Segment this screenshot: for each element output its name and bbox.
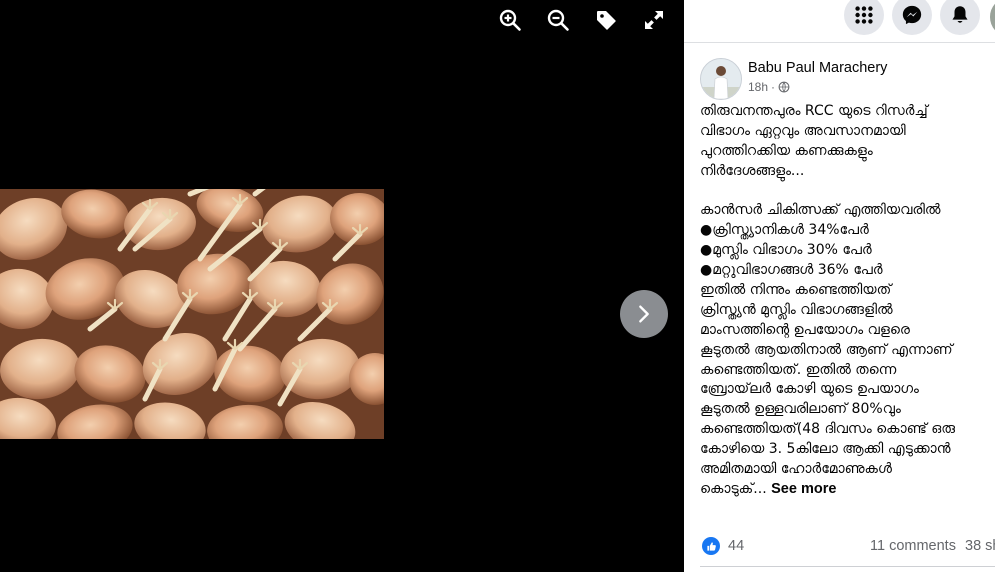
globe-icon[interactable] <box>778 81 790 93</box>
notifications-bell-icon[interactable] <box>940 0 980 35</box>
chevron-right-icon <box>639 305 649 323</box>
profile-avatar[interactable] <box>988 0 995 39</box>
see-more-link[interactable]: See more <box>771 481 836 497</box>
fullscreen-icon[interactable] <box>642 8 666 32</box>
post-text-line: ഇതിൽ നിന്നും കണ്ടെത്തിയത് <box>700 282 892 299</box>
post-text-line: വിഭാഗം ഏറ്റവും അവസാനമായി <box>700 122 906 139</box>
top-navigation <box>684 0 995 43</box>
zoom-out-icon[interactable] <box>546 8 570 32</box>
divider <box>700 566 995 567</box>
post-text-line: ബ്രോയ്‌ലർ കോഴി യുടെ ഉപയാഗം <box>700 381 919 398</box>
post-text-line: പുറത്തിറക്കിയ കണക്കുകളും <box>700 142 873 159</box>
post-text-last-line: കൊടുക്... See more <box>700 480 995 500</box>
post-photo[interactable] <box>0 189 384 439</box>
like-count[interactable]: 44 <box>728 538 744 554</box>
comment-count[interactable]: 11 comments <box>870 538 956 554</box>
photo-viewer <box>0 0 684 572</box>
post-text-line: തിരുവനന്തപുരം RCC യുടെ റിസർച്ച് <box>700 103 928 119</box>
messenger-icon[interactable] <box>892 0 932 35</box>
post-text-line: കണ്ടെത്തിയത്(48 ദിവസം കൊണ്ട് ഒരു <box>700 421 956 438</box>
post-text-line: ക്രിസ്ത്യൻ മുസ്ലിം വിഭാഗങ്ങളിൽ <box>700 301 893 318</box>
post-text-line: നിർദേശങ്ങളും... <box>700 162 805 179</box>
meta-separator: · <box>771 80 776 94</box>
post-text-line: മാംസത്തിന്റെ ഉപയോഗം വളരെ <box>700 321 910 338</box>
post-text-line: ●മുസ്ലിം വിഭാഗം 30% പേർ <box>700 242 872 259</box>
post-text-line: കൂടുതൽ ഉള്ളവരിലാണ് 80%വും <box>700 401 901 418</box>
post-time[interactable]: 18h <box>748 80 768 94</box>
raw-chickens-image <box>0 189 384 439</box>
share-count[interactable]: 38 shares <box>965 538 995 554</box>
post-text-truncated: കൊടുക്... <box>700 480 767 497</box>
post-panel: Babu Paul Marachery 18h · തിരുവനന്തപുരം … <box>684 0 995 572</box>
author-avatar[interactable] <box>700 58 742 100</box>
post-header: Babu Paul Marachery 18h · <box>700 58 995 102</box>
menu-grid-icon[interactable] <box>844 0 884 35</box>
post-text-line: കോഴിയെ 3. 5കിലോ ആക്കി എടുക്കാൻ <box>700 441 951 458</box>
post-text-line: കൂടുതൽ ആയതിനാൽ ആണ് എന്നാണ് <box>700 341 953 358</box>
post-text-line: കാൻസർ ചികിത്സക്ക് എത്തിയവരിൽ <box>700 202 941 219</box>
post-body: തിരുവനന്തപുരം RCC യുടെ റിസർച്ച് വിഭാഗം ഏറ… <box>700 102 995 500</box>
next-photo-button[interactable] <box>620 290 668 338</box>
tag-icon[interactable] <box>594 8 618 32</box>
author-name[interactable]: Babu Paul Marachery <box>748 60 887 76</box>
post-text-line: ●ക്രിസ്ത്യാനികൾ 34%പേർ <box>700 222 869 239</box>
post-text-line: ●മറ്റുവിഭാഗങ്ങൾ 36% പേർ <box>700 262 883 279</box>
post-text-line: കണ്ടെത്തിയത്. ഇതിൽ തന്നെ <box>700 361 897 378</box>
post-text-line: അമിതമായി ഹോർമോണുകൾ <box>700 461 892 478</box>
zoom-in-icon[interactable] <box>498 8 522 32</box>
post-meta: 18h · <box>748 80 790 94</box>
like-reaction-icon[interactable] <box>702 537 720 555</box>
post-stats: 44 11 comments 38 shares <box>700 535 995 559</box>
